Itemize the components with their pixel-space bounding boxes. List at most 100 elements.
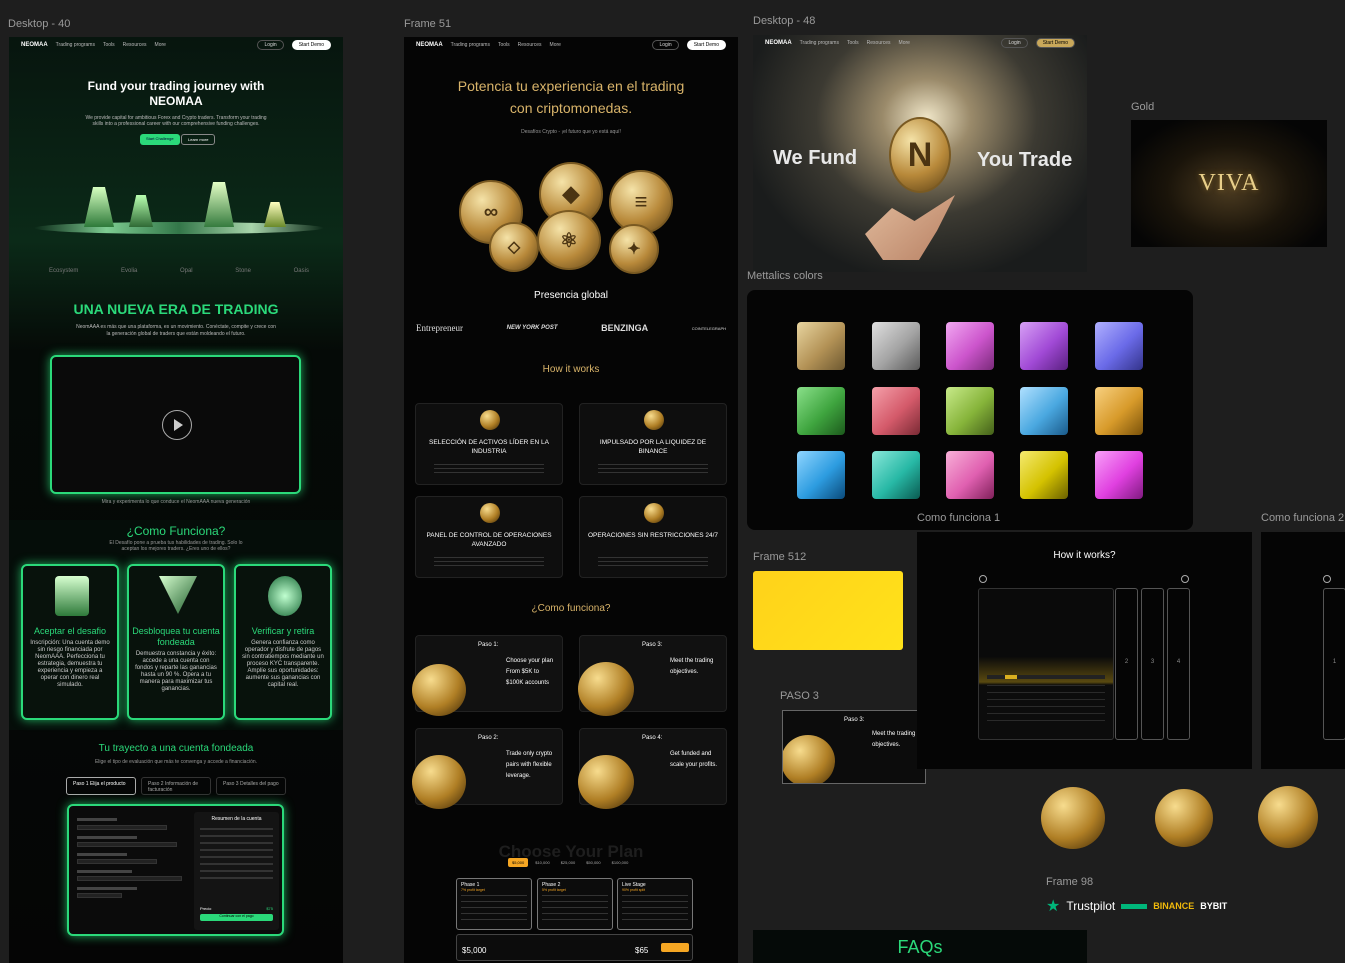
hero-title-line1: Fund your trading journey with [87,79,265,93]
start-challenge-button[interactable]: Start Challenge [140,134,180,145]
nav-item-programs[interactable]: Trading programs [451,42,490,48]
video-player[interactable] [50,355,301,494]
brand-logo[interactable]: NEOMAA [21,42,48,48]
faqs-title: FAQs [897,937,943,957]
pay-button[interactable]: Continuar con el pago [200,914,273,921]
play-icon[interactable] [162,410,192,440]
frame-label-frame51: Frame 51 [404,18,452,30]
next-arrow-icon[interactable] [1181,575,1189,583]
video-caption: Mira y experimenta lo que conduce el Neo… [101,499,251,505]
step-card-2: Paso 2: Trade only crypto pairs with fle… [412,728,563,809]
phase-card-2: Phase 2 5% profit target [537,878,613,930]
como-card-2: Desbloquea tu cuenta fondeada Demuestra … [127,564,225,720]
frame-512-yellow [753,571,903,650]
card-text: Inscripción: Una cuenta demo sin riesgo … [30,640,110,688]
frame-label-frame512: Frame 512 [753,551,807,563]
trayecto-title: Tu trayecto a una cuenta fondeada [98,743,254,754]
step-panel-2[interactable]: 2 [1115,588,1138,740]
buy-button[interactable] [661,943,689,952]
era-title: UNA NUEVA ERA DE TRADING [73,301,279,317]
step-text: Meet the trading objectives. [872,731,916,748]
gold-target-icon [1155,789,1213,847]
brand-logo[interactable]: NEOMAA [416,42,443,48]
you-trade-text: You Trade [977,149,1073,171]
learn-more-button[interactable]: Learn more [181,134,216,145]
frame-gold: VIVA [1131,120,1327,247]
product-options [77,814,189,930]
card-title: Aceptar el desafio [33,626,107,636]
plan-tab-25k[interactable]: $25,000 [557,858,579,867]
start-demo-button[interactable]: Start Demo [686,40,726,50]
login-button[interactable]: Login [257,40,284,50]
coins-icon [268,576,302,616]
feature-card-4: OPERACIONES SIN RESTRICCIONES 24/7 [579,496,727,578]
nav-item-tools[interactable]: Tools [498,42,510,48]
trustpilot-star-icon: ★ [1046,898,1061,915]
prev-arrow-icon[interactable] [1323,575,1331,583]
step-tab-1[interactable]: Paso 1 Elija el producto [66,777,136,795]
nav-item-tools[interactable]: Tools [103,42,115,48]
plan-tab-50k[interactable]: $50,000 [582,858,604,867]
como-title: ¿Como Funciona? [126,524,226,538]
bnb-coin-icon: ✦ [609,224,659,274]
prev-arrow-icon[interactable] [979,575,987,583]
frame-label-gold: Gold [1131,101,1155,113]
step-label: Paso 3: [844,717,865,723]
metallic-swatch-yellow [1020,451,1068,499]
login-button[interactable]: Login [1001,38,1028,48]
step-panel-1 [978,588,1114,740]
metallic-swatch-purple [1020,322,1068,370]
phase-card-1: Phase 1 7% profit target [456,878,532,930]
nav-item-more[interactable]: More [155,42,166,48]
step-panel-4[interactable]: 4 [1167,588,1190,740]
rating-stars-icon [1121,903,1148,909]
price-label: Precio [200,906,212,911]
feature-card-2: IMPULSADO POR LA LIQUIDEZ DE BINANCE [579,403,727,485]
plan-tab-5k[interactable]: $5,000 [508,858,529,867]
trayecto-subtitle: Elige el tipo de evaluación que más te c… [94,759,258,765]
feature-title: OPERACIONES SIN RESTRICCIONES 24/7 [587,532,719,539]
step-panel-1[interactable]: 1 [1323,588,1345,740]
step-tab-3[interactable]: Paso 3 Detalles del pago [216,777,286,795]
target-icon [783,735,835,783]
account-summary: Resumen de la cuenta Precio $75 Continua… [194,812,279,930]
brand-logo[interactable]: NEOMAA [765,40,792,46]
nav-item-resources[interactable]: Resources [123,42,147,48]
frame-label-como2: Como funciona 2 [1261,512,1345,524]
step-card-3: Paso 3: Meet the trading objectives. [578,635,727,716]
panel-icon [480,503,500,523]
logo-cointelegraph: COINTELEGRAPH [691,325,726,331]
nav-item-more[interactable]: More [899,40,910,46]
login-button[interactable]: Login [652,40,679,50]
phase-sub: 7% profit target [461,888,485,892]
start-demo-button[interactable]: Start Demo [291,40,331,50]
partner-logo-1: Ecosystem [49,268,79,274]
nav-item-programs[interactable]: Trading programs [800,40,839,46]
plan-tab-100k[interactable]: $100,000 [608,858,633,867]
nav-item-resources[interactable]: Resources [518,42,542,48]
funnel-icon [159,576,197,614]
metallic-swatch-silver [872,322,920,370]
feature-title: IMPULSADO POR LA LIQUIDEZ DE BINANCE [599,439,707,455]
neomaa-coin-icon: N [889,117,951,193]
metallic-swatch-amber [1095,387,1143,435]
nav-item-more[interactable]: More [550,42,561,48]
plan-tab-10k[interactable]: $10,000 [531,858,553,867]
step-panel-3[interactable]: 3 [1141,588,1164,740]
hero-line2: con criptomonedas. [509,100,633,116]
cosmos-coin-icon: ⚛ [537,210,601,270]
step-tab-2[interactable]: Paso 2 Información de facturación [141,777,211,795]
como-card-1: Aceptar el desafio Inscripción: Una cuen… [21,564,119,720]
chart-up-icon [412,664,466,716]
feature-card-1: SELECCIÓN DE ACTIVOS LÍDER EN LA INDUSTR… [415,403,563,485]
nav-item-tools[interactable]: Tools [847,40,859,46]
nav-item-resources[interactable]: Resources [867,40,891,46]
how-it-works-title: How it works? [1053,550,1116,561]
gold-check-badge-icon [1041,787,1105,849]
frame-desktop40: NEOMAA Trading programs Tools Resources … [9,37,343,963]
nav-item-programs[interactable]: Trading programs [56,42,95,48]
top-nav: NEOMAA Trading programs Tools Resources … [404,37,738,53]
como-subtitle: El Desafío pone a prueba tus habilidades… [109,540,243,552]
plan-price: $65 [635,946,649,955]
start-demo-button[interactable]: Start Demo [1035,38,1075,48]
